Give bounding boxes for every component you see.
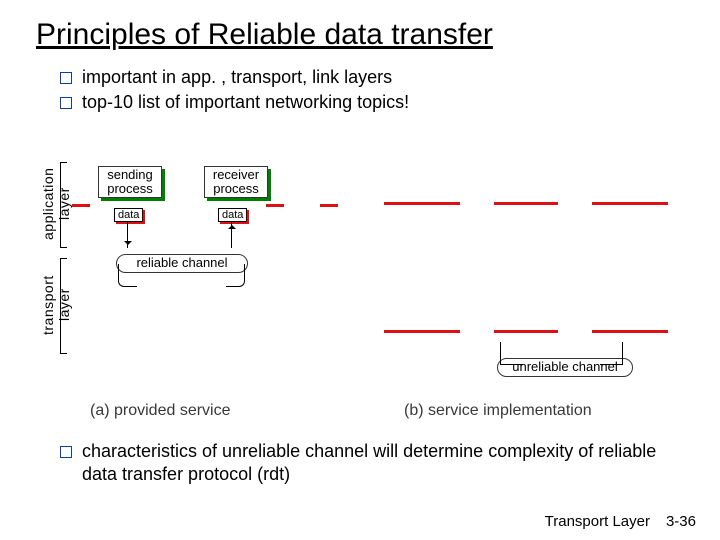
divider-bar bbox=[494, 330, 558, 333]
transport-layer-bracket bbox=[60, 258, 67, 354]
data-packet-box: data bbox=[218, 208, 247, 222]
list-item: top-10 list of important networking topi… bbox=[60, 91, 660, 114]
slide-title: Principles of Reliable data transfer bbox=[0, 0, 720, 60]
application-layer-label: application layer bbox=[40, 162, 72, 246]
bottom-bullet-list: characteristics of unreliable channel wi… bbox=[0, 430, 700, 491]
bullet-text: top-10 list of important networking topi… bbox=[82, 91, 660, 114]
sending-process-box: sending process bbox=[98, 166, 162, 198]
bullet-icon bbox=[60, 446, 72, 458]
footer-page: 3-36 bbox=[666, 513, 696, 530]
bullet-text: important in app. , transport, link laye… bbox=[82, 66, 660, 89]
divider-bar bbox=[384, 330, 460, 333]
list-item: characteristics of unreliable channel wi… bbox=[60, 440, 660, 485]
footer-chapter: Transport Layer bbox=[545, 513, 650, 530]
divider-bar bbox=[592, 202, 668, 205]
caption-b: (b) service implementation bbox=[404, 402, 592, 420]
bullet-icon bbox=[60, 72, 72, 84]
arrow-up-icon bbox=[231, 222, 232, 248]
receiver-process-box: receiver process bbox=[204, 166, 268, 198]
divider-bar bbox=[384, 202, 460, 205]
diagram-figure: application layer transport layer sendin… bbox=[44, 156, 684, 426]
application-layer-bracket bbox=[60, 162, 67, 248]
divider-bar bbox=[494, 202, 558, 205]
data-packet-box: data bbox=[114, 208, 143, 222]
top-bullet-list: important in app. , transport, link laye… bbox=[0, 60, 720, 119]
arrow-hook-icon bbox=[500, 342, 523, 365]
transport-layer-label: transport layer bbox=[40, 258, 72, 352]
divider-bar bbox=[266, 204, 284, 207]
arrow-down-icon bbox=[127, 222, 128, 248]
divider-bar bbox=[592, 330, 668, 333]
slide-footer: Transport Layer 3-36 bbox=[545, 513, 696, 530]
caption-a: (a) provided service bbox=[90, 402, 231, 420]
list-item: important in app. , transport, link laye… bbox=[60, 66, 660, 89]
divider-bar bbox=[320, 204, 338, 207]
arrow-hook-icon bbox=[226, 264, 245, 287]
bullet-icon bbox=[60, 97, 72, 109]
divider-bar bbox=[72, 204, 90, 207]
arrow-hook-icon bbox=[600, 342, 623, 365]
bullet-text: characteristics of unreliable channel wi… bbox=[82, 440, 660, 485]
arrow-hook-icon bbox=[118, 264, 137, 287]
